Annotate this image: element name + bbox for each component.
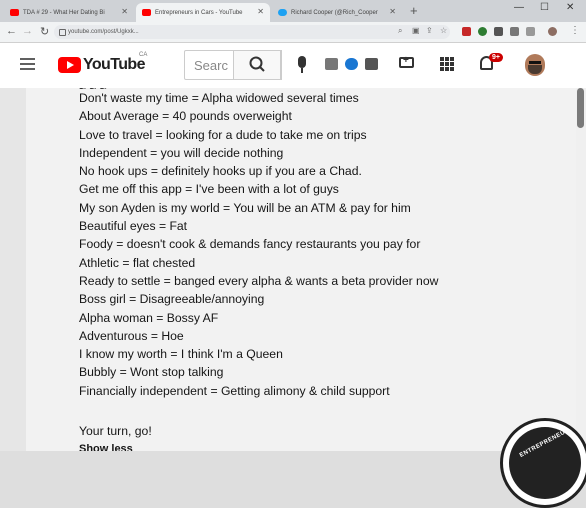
browser-tab-2[interactable]: Entrepreneurs in Cars - YouTube ✕	[136, 3, 270, 22]
avatar-glasses	[529, 61, 541, 64]
post-line: My son Ayden is my world = You will be a…	[79, 200, 411, 215]
close-tab-icon[interactable]: ✕	[389, 7, 396, 16]
post-line: I know my worth = I think I'm a Queen	[79, 347, 283, 362]
twitter-favicon-icon	[278, 9, 287, 16]
search-button[interactable]	[233, 50, 281, 80]
post-line: Athletic = flat chested	[79, 255, 196, 270]
extensions-puzzle-icon[interactable]	[526, 27, 535, 36]
post-text-lines: Don't waste my time = Alpha widowed seve…	[79, 89, 438, 400]
url-text: youtube.com/post/Ugkxk...	[68, 29, 139, 35]
post-closing-line: Your turn, go!	[79, 424, 152, 438]
community-post: ~ ~ ~ Don't waste my time = Alpha widowe…	[0, 82, 586, 451]
post-line: Foody = doesn't cook & demands fancy res…	[79, 237, 421, 252]
post-line: Alpha woman = Bossy AF	[79, 310, 219, 325]
tab-title: TDA # 29 - What Her Dating Bi	[23, 9, 105, 16]
close-window-button[interactable]: ✕	[566, 2, 574, 13]
youtube-logo-text: YouTube	[83, 56, 145, 73]
profile-icon[interactable]	[548, 27, 557, 36]
browser-tab-strip: TDA # 29 - What Her Dating Bi ✕ Entrepre…	[0, 0, 586, 22]
avatar[interactable]	[525, 54, 545, 76]
browser-tab-3[interactable]: Richard Cooper (@Rich_Cooper ✕	[272, 3, 402, 22]
post-line: Get me off this app = I've been with a l…	[79, 182, 339, 197]
post-line: Bubbly = Wont stop talking	[79, 365, 224, 380]
new-tab-button[interactable]: +	[410, 3, 418, 18]
post-line: Beautiful eyes = Fat	[79, 219, 188, 234]
browser-tab-1[interactable]: TDA # 29 - What Her Dating Bi ✕	[4, 3, 134, 22]
apps-grid-icon[interactable]	[440, 57, 454, 71]
post-line: No hook ups = definitely hooks up if you…	[79, 164, 362, 179]
scrollbar-thumb[interactable]	[577, 88, 584, 128]
list-icon[interactable]	[365, 58, 378, 70]
post-line: Love to travel = looking for a dude to t…	[79, 127, 367, 142]
post-line: Independent = you will decide nothing	[79, 145, 284, 160]
youtube-logo[interactable]: YouTube CA	[58, 52, 147, 74]
bookmark-star-icon[interactable]: ☆	[440, 26, 447, 35]
extension-box-icon[interactable]	[510, 27, 519, 36]
create-video-icon[interactable]	[399, 55, 414, 68]
post-line: About Average = 40 pounds overweight	[79, 109, 292, 124]
post-line: Financially independent = Getting alimon…	[79, 383, 390, 398]
lock-icon	[59, 29, 66, 36]
youtube-favicon-icon	[142, 9, 151, 16]
menu-kebab-icon[interactable]: ⋮	[570, 25, 580, 36]
scrollbar[interactable]	[576, 88, 586, 451]
close-tab-icon[interactable]: ✕	[121, 7, 128, 16]
back-icon[interactable]: ←	[6, 25, 17, 37]
maximize-button[interactable]: ☐	[540, 2, 549, 13]
forward-icon[interactable]: →	[22, 25, 33, 37]
show-less-link[interactable]: Show less	[79, 443, 133, 451]
extension-toolbar-pill	[319, 54, 389, 76]
reload-icon[interactable]: ↻	[40, 25, 49, 38]
avatar-beard	[528, 65, 542, 74]
address-bar[interactable]: youtube.com/post/Ugkxk...	[54, 25, 450, 39]
extension-red-icon[interactable]	[462, 27, 471, 36]
youtube-favicon-icon	[10, 9, 19, 16]
post-line: Ready to settle = banged every alpha & w…	[79, 273, 439, 288]
tab-title: Richard Cooper (@Rich_Cooper	[291, 9, 378, 16]
extension-grid-icon[interactable]	[494, 27, 503, 36]
cut-off-line: ~ ~ ~	[79, 82, 107, 89]
minimize-button[interactable]: —	[514, 2, 524, 13]
search-page-icon[interactable]: ⌕	[398, 26, 402, 36]
tab-title: Entrepreneurs in Cars - YouTube	[155, 9, 243, 16]
country-code: CA	[139, 52, 148, 58]
extension-icon[interactable]: ▣	[412, 26, 420, 35]
microphone-icon[interactable]	[298, 56, 306, 73]
browser-toolbar: ← → ↻ youtube.com/post/Ugkxk... ⌕ ▣ ⇪ ☆ …	[0, 22, 586, 43]
share-icon[interactable]: ⇪	[426, 26, 433, 35]
post-line: Boss girl = Disagreeable/annoying	[79, 292, 265, 307]
post-line: Adventurous = Hoe	[79, 328, 184, 343]
youtube-play-icon	[58, 57, 81, 73]
extension-green-icon[interactable]	[478, 27, 487, 36]
record-icon[interactable]	[345, 58, 358, 70]
entrepreneurs-in-cars-watermark: ENTREPRENEURS IN CARS	[500, 418, 586, 508]
post-line: Don't waste my time = Alpha widowed seve…	[79, 91, 359, 105]
hamburger-menu-icon[interactable]	[20, 58, 35, 73]
watermark-ring	[509, 427, 581, 499]
search-icon	[249, 56, 265, 72]
screenshot-icon[interactable]	[325, 58, 338, 70]
notification-count-badge: 9+	[489, 53, 503, 62]
close-tab-icon[interactable]: ✕	[257, 7, 264, 16]
